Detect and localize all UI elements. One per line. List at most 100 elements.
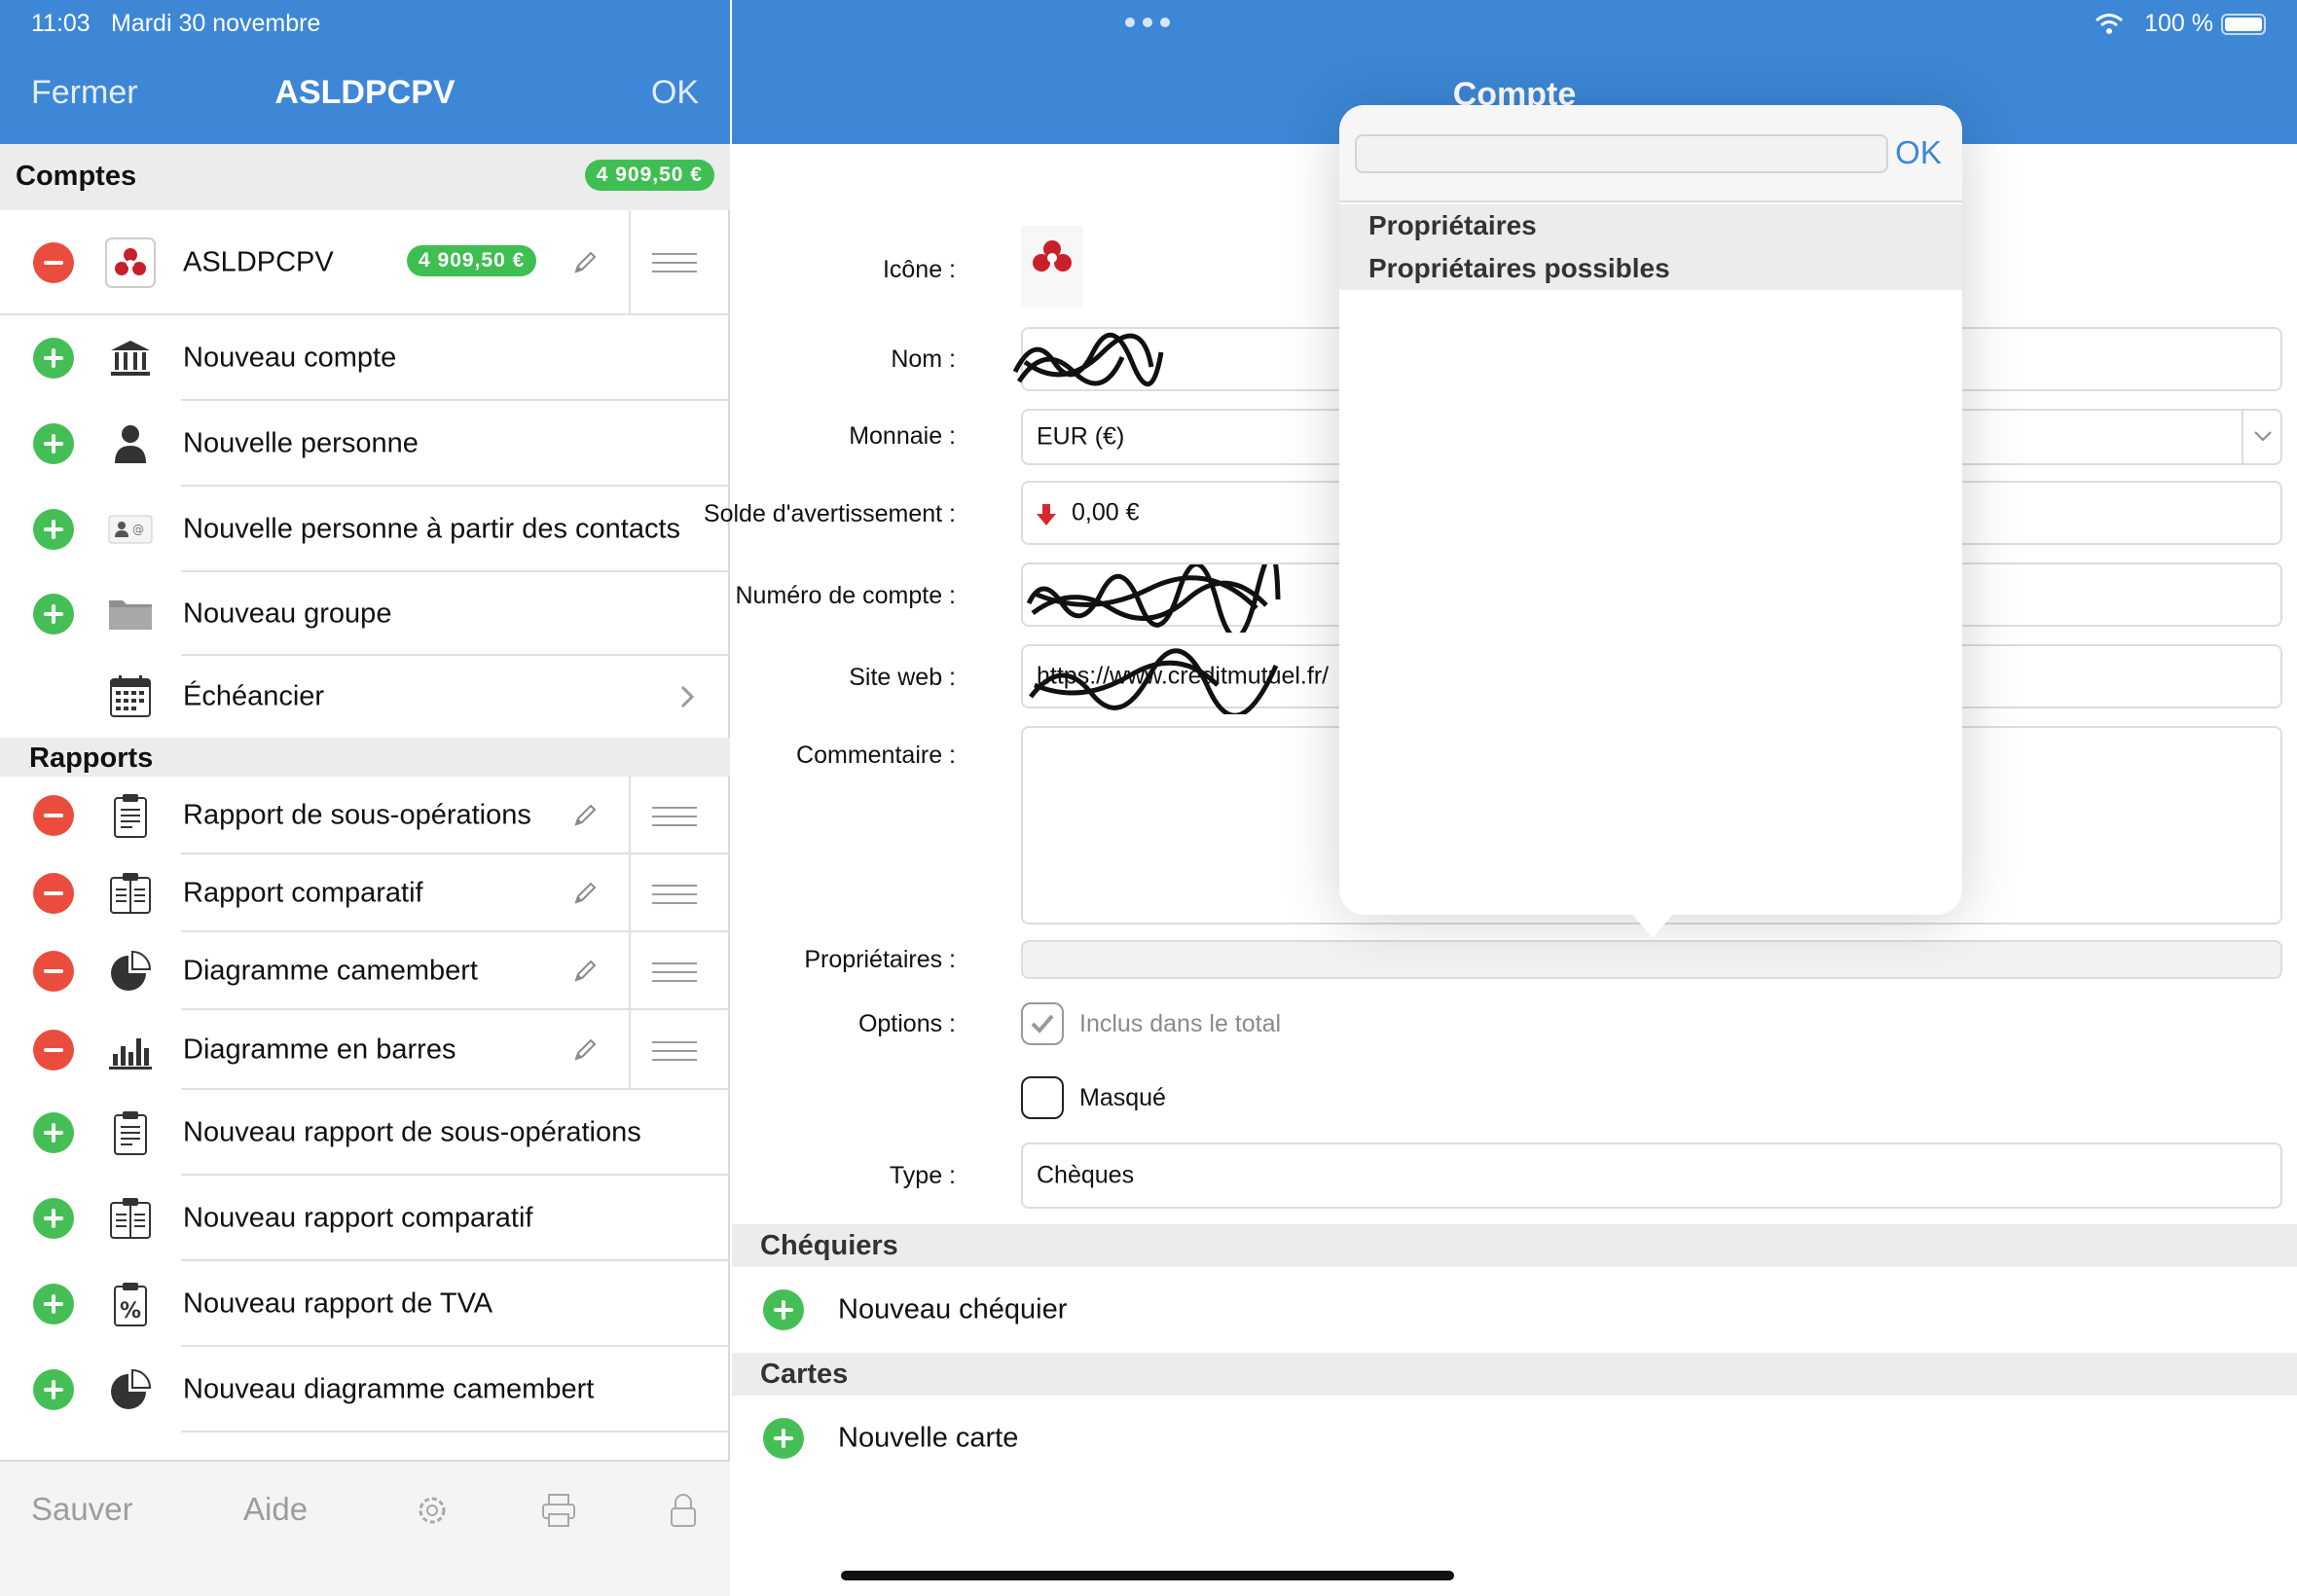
delete-button[interactable]	[33, 242, 74, 283]
popover-arrow	[1631, 913, 1674, 938]
save-button[interactable]: Sauver	[31, 1491, 133, 1528]
website-label: Site web :	[849, 664, 956, 691]
section-title: Cartes	[760, 1359, 849, 1390]
multitasking-dots-icon[interactable]	[1125, 18, 1174, 29]
new-report-row[interactable]: Nouveau diagramme camembert	[0, 1347, 730, 1433]
edit-pencil-icon[interactable]	[570, 801, 600, 830]
edit-pencil-icon[interactable]	[570, 879, 600, 908]
popover-toolbar: OK	[1339, 105, 1962, 202]
account-number-label: Numéro de compte :	[735, 582, 957, 609]
delete-button[interactable]	[33, 873, 74, 914]
status-date: Mardi 30 novembre	[111, 10, 321, 37]
sidebar: 11:03 Mardi 30 novembre Fermer ASLDPCPV …	[0, 0, 730, 1596]
new-report-row[interactable]: % Nouveau rapport de TVA	[0, 1261, 730, 1347]
clipboard-report-icon	[105, 790, 156, 841]
redacted-scribble	[1012, 332, 1164, 386]
vat-report-icon: %	[105, 1279, 156, 1329]
owners-label: Propriétaires :	[804, 946, 956, 973]
report-label: Diagramme camembert	[183, 955, 478, 987]
add-button[interactable]	[763, 1289, 804, 1330]
gear-icon[interactable]	[413, 1491, 452, 1530]
icon-label: Icône :	[882, 256, 956, 283]
add-button[interactable]	[33, 1198, 74, 1239]
new-report-label: Nouveau rapport de sous-opérations	[183, 1116, 641, 1148]
bottom-toolbar: Sauver Aide	[0, 1460, 730, 1596]
print-icon[interactable]	[539, 1491, 578, 1530]
hidden-checkbox[interactable]	[1021, 1076, 1064, 1119]
section-comptes-header: Comptes 4 909,50 €	[0, 144, 730, 210]
new-report-label: Nouveau diagramme camembert	[183, 1373, 595, 1405]
edit-pencil-icon[interactable]	[570, 1035, 600, 1065]
sidebar-navbar: 11:03 Mardi 30 novembre Fermer ASLDPCPV …	[0, 0, 730, 144]
chevron-down-icon	[2242, 411, 2280, 463]
lock-icon[interactable]	[664, 1491, 703, 1530]
report-row[interactable]: Rapport de sous-opérations	[0, 777, 730, 854]
calendar-icon	[105, 671, 156, 722]
account-icon-picker[interactable]	[1021, 226, 1083, 308]
name-label: Nom :	[891, 345, 956, 373]
popover-search-input[interactable]	[1355, 134, 1888, 173]
type-label: Type :	[889, 1162, 956, 1189]
report-row[interactable]: Rapport comparatif	[0, 854, 730, 932]
svg-text:%: %	[120, 1299, 141, 1324]
add-button[interactable]	[33, 1112, 74, 1153]
add-button[interactable]	[33, 338, 74, 379]
add-button[interactable]	[33, 509, 74, 550]
person-icon	[105, 418, 156, 469]
add-button[interactable]	[33, 594, 74, 635]
reorder-handle-icon[interactable]	[629, 777, 730, 854]
popover-ok-button[interactable]: OK	[1884, 134, 1952, 171]
svg-text:@: @	[132, 523, 144, 536]
new-report-label: Nouveau rapport comparatif	[183, 1202, 533, 1234]
comparative-report-icon	[105, 868, 156, 919]
new-card-row[interactable]: Nouvelle carte	[732, 1396, 2297, 1481]
help-button[interactable]: Aide	[243, 1491, 308, 1528]
hidden-label: Masqué	[1079, 1084, 1166, 1111]
new-person-label: Nouvelle personne	[183, 427, 419, 459]
section-title: Rapports	[29, 743, 154, 774]
total-balance-badge: 4 909,50 €	[584, 160, 714, 191]
add-button[interactable]	[33, 423, 74, 464]
delete-button[interactable]	[33, 951, 74, 992]
ok-button[interactable]: OK	[651, 74, 699, 112]
warning-balance-label: Solde d'avertissement :	[703, 500, 956, 527]
report-label: Diagramme en barres	[183, 1034, 456, 1066]
type-field[interactable]: Chèques	[1021, 1143, 2282, 1209]
type-value: Chèques	[1037, 1161, 1135, 1189]
currency-value: EUR (€)	[1037, 422, 1125, 451]
add-button[interactable]	[33, 1284, 74, 1324]
include-total-checkbox[interactable]	[1021, 1002, 1064, 1045]
section-cartes-header: Cartes	[732, 1353, 2297, 1396]
reorder-handle-icon[interactable]	[629, 854, 730, 932]
currency-label: Monnaie :	[849, 422, 956, 450]
home-indicator[interactable]	[841, 1571, 1454, 1580]
add-button[interactable]	[33, 1369, 74, 1410]
report-label: Rapport de sous-opérations	[183, 799, 531, 831]
contacts-card-icon: @	[105, 504, 156, 555]
new-card-label: Nouvelle carte	[838, 1422, 1019, 1454]
account-name: ASLDPCPV	[183, 246, 334, 278]
new-report-label: Nouveau rapport de TVA	[183, 1288, 493, 1320]
owners-section-header: Propriétaires	[1368, 210, 1537, 240]
bar-chart-icon	[105, 1025, 156, 1075]
new-chequebook-label: Nouveau chéquier	[838, 1293, 1068, 1325]
include-total-label: Inclus dans le total	[1079, 1010, 1282, 1037]
section-title: Chéquiers	[760, 1230, 898, 1261]
delete-button[interactable]	[33, 1030, 74, 1070]
pie-chart-icon	[105, 946, 156, 997]
account-balance-badge: 4 909,50 €	[407, 245, 537, 276]
new-group-label: Nouveau groupe	[183, 598, 392, 630]
bank-icon	[105, 333, 156, 383]
delete-button[interactable]	[33, 795, 74, 836]
app-root: 11:03 Mardi 30 novembre Fermer ASLDPCPV …	[0, 0, 2297, 1596]
battery-percent: 100 %	[2144, 10, 2213, 37]
add-button[interactable]	[763, 1418, 804, 1459]
status-time: 11:03	[31, 10, 91, 37]
schedule-label: Échéancier	[183, 680, 325, 712]
folder-icon	[105, 589, 156, 639]
pie-chart-icon	[105, 1364, 156, 1415]
redacted-scribble	[1029, 648, 1279, 714]
new-chequebook-row[interactable]: Nouveau chéquier	[732, 1267, 2297, 1353]
owners-field[interactable]	[1021, 940, 2282, 979]
popover-sections: Propriétaires Propriétaires possibles	[1339, 204, 1962, 290]
